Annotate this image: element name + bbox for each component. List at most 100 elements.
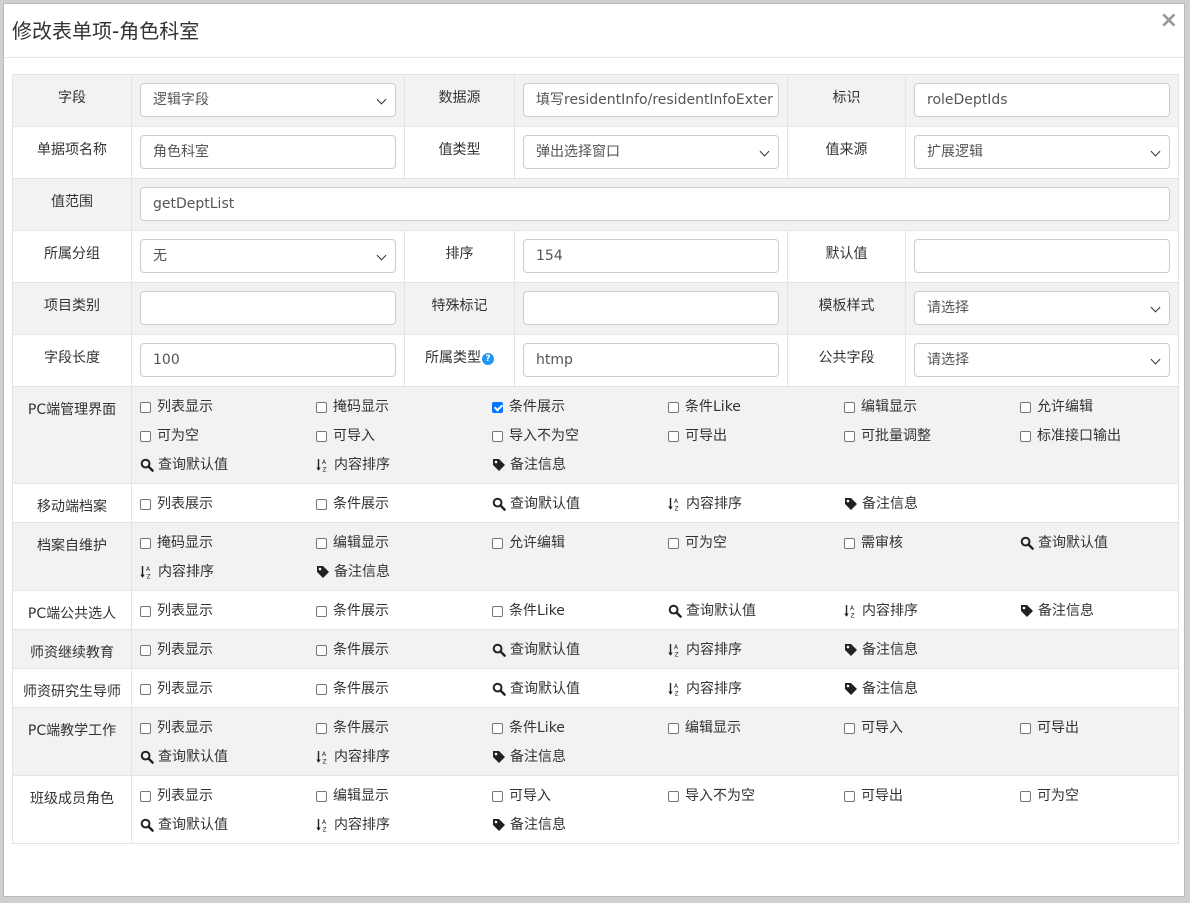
option-checkbox[interactable]: 编辑显示 — [844, 397, 1020, 417]
option-checkbox[interactable]: 导入不为空 — [668, 786, 844, 806]
option-checkbox[interactable]: 允许编辑 — [1020, 397, 1184, 417]
option-checkbox[interactable]: 列表显示 — [140, 718, 316, 738]
option-checkbox[interactable]: 可导出 — [668, 426, 844, 446]
option-checkbox[interactable]: 可导入 — [316, 426, 492, 446]
option-search-link[interactable]: 查询默认值 — [1020, 533, 1184, 553]
checkbox[interactable] — [316, 537, 327, 549]
checkbox[interactable] — [316, 722, 327, 734]
option-search-link[interactable]: 查询默认值 — [140, 455, 316, 475]
option-checkbox[interactable]: 条件展示 — [316, 679, 492, 699]
option-checkbox[interactable]: 条件展示 — [316, 601, 492, 621]
type-input[interactable]: htmp — [523, 343, 779, 377]
option-search-link[interactable]: 查询默认值 — [492, 494, 668, 514]
option-search-link[interactable]: 查询默认值 — [492, 640, 668, 660]
checkbox[interactable] — [140, 537, 151, 549]
checkbox[interactable] — [492, 430, 503, 442]
option-tag-link[interactable]: 备注信息 — [844, 679, 1020, 699]
checkbox[interactable] — [140, 644, 151, 656]
option-checkbox[interactable]: 可为空 — [668, 533, 844, 553]
checkbox[interactable] — [844, 401, 855, 413]
option-tag-link[interactable]: 备注信息 — [492, 815, 668, 835]
option-search-link[interactable]: 查询默认值 — [140, 815, 316, 835]
option-checkbox[interactable]: 可导入 — [492, 786, 668, 806]
option-checkbox[interactable]: 可导出 — [1020, 718, 1184, 738]
checkbox[interactable] — [316, 430, 327, 442]
category-input[interactable] — [140, 291, 396, 325]
option-checkbox[interactable]: 条件展示 — [316, 494, 492, 514]
checkbox[interactable] — [1020, 430, 1031, 442]
option-sort-link[interactable]: A Z 内容排序 — [316, 815, 492, 835]
checkbox[interactable] — [668, 722, 679, 734]
option-checkbox[interactable]: 条件展示 — [316, 718, 492, 738]
option-checkbox[interactable]: 导入不为空 — [492, 426, 668, 446]
option-tag-link[interactable]: 备注信息 — [316, 562, 492, 582]
option-checkbox[interactable]: 条件展示 — [492, 397, 668, 417]
checkbox[interactable] — [316, 605, 327, 617]
option-checkbox[interactable]: 列表显示 — [140, 640, 316, 660]
checkbox[interactable] — [492, 537, 503, 549]
option-checkbox[interactable]: 条件Like — [668, 397, 844, 417]
checkbox[interactable] — [140, 790, 151, 802]
checkbox[interactable] — [140, 401, 151, 413]
checkbox[interactable] — [140, 430, 151, 442]
option-checkbox[interactable]: 编辑显示 — [668, 718, 844, 738]
option-checkbox[interactable]: 条件Like — [492, 718, 668, 738]
checkbox[interactable] — [316, 401, 327, 413]
checkbox[interactable] — [844, 790, 855, 802]
checkbox[interactable] — [316, 683, 327, 695]
option-checkbox[interactable]: 列表显示 — [140, 679, 316, 699]
option-sort-link[interactable]: A Z 内容排序 — [668, 679, 844, 699]
public-select[interactable]: 请选择 — [914, 343, 1170, 377]
checkbox[interactable] — [140, 683, 151, 695]
checkbox[interactable] — [316, 498, 327, 510]
option-search-link[interactable]: 查询默认值 — [492, 679, 668, 699]
option-checkbox[interactable]: 可批量调整 — [844, 426, 1020, 446]
option-sort-link[interactable]: A Z 内容排序 — [316, 455, 492, 475]
option-checkbox[interactable]: 可为空 — [1020, 786, 1184, 806]
question-circle-icon[interactable]: ? — [482, 353, 494, 365]
length-input[interactable]: 100 — [140, 343, 396, 377]
option-checkbox[interactable]: 标准接口输出 — [1020, 426, 1184, 446]
checkbox[interactable] — [844, 430, 855, 442]
checkbox[interactable] — [668, 537, 679, 549]
option-checkbox[interactable]: 条件展示 — [316, 640, 492, 660]
checkbox[interactable] — [140, 498, 151, 510]
template-select[interactable]: 请选择 — [914, 291, 1170, 325]
option-checkbox[interactable]: 掩码显示 — [140, 533, 316, 553]
checkbox[interactable] — [844, 537, 855, 549]
checkbox[interactable] — [316, 644, 327, 656]
checkbox[interactable] — [492, 605, 503, 617]
option-search-link[interactable]: 查询默认值 — [668, 601, 844, 621]
special-input[interactable] — [523, 291, 779, 325]
option-checkbox[interactable]: 掩码显示 — [316, 397, 492, 417]
option-checkbox[interactable]: 列表显示 — [140, 397, 316, 417]
option-checkbox[interactable]: 可导出 — [844, 786, 1020, 806]
checkbox[interactable] — [140, 605, 151, 617]
field-select[interactable]: 逻辑字段 — [140, 83, 396, 117]
option-tag-link[interactable]: 备注信息 — [844, 494, 1020, 514]
option-checkbox[interactable]: 条件Like — [492, 601, 668, 621]
range-input[interactable]: getDeptList — [140, 187, 1170, 221]
valtype-select[interactable]: 弹出选择窗口 — [523, 135, 779, 169]
checkbox[interactable] — [668, 401, 679, 413]
option-sort-link[interactable]: A Z 内容排序 — [668, 494, 844, 514]
option-sort-link[interactable]: A Z 内容排序 — [316, 747, 492, 767]
option-checkbox[interactable]: 编辑显示 — [316, 533, 492, 553]
valsource-select[interactable]: 扩展逻辑 — [914, 135, 1170, 169]
sort-input[interactable]: 154 — [523, 239, 779, 273]
option-tag-link[interactable]: 备注信息 — [1020, 601, 1184, 621]
option-tag-link[interactable]: 备注信息 — [844, 640, 1020, 660]
checkbox[interactable] — [1020, 722, 1031, 734]
checkbox[interactable] — [492, 722, 503, 734]
option-tag-link[interactable]: 备注信息 — [492, 455, 668, 475]
option-sort-link[interactable]: A Z 内容排序 — [140, 562, 316, 582]
option-checkbox[interactable]: 列表显示 — [140, 601, 316, 621]
checkbox[interactable] — [668, 430, 679, 442]
datasource-input[interactable]: 填写residentInfo/residentInfoExter — [523, 83, 779, 117]
checkbox[interactable] — [316, 790, 327, 802]
default-input[interactable] — [914, 239, 1170, 273]
checkbox[interactable] — [140, 722, 151, 734]
group-select[interactable]: 无 — [140, 239, 396, 273]
option-checkbox[interactable]: 允许编辑 — [492, 533, 668, 553]
option-checkbox[interactable]: 可导入 — [844, 718, 1020, 738]
